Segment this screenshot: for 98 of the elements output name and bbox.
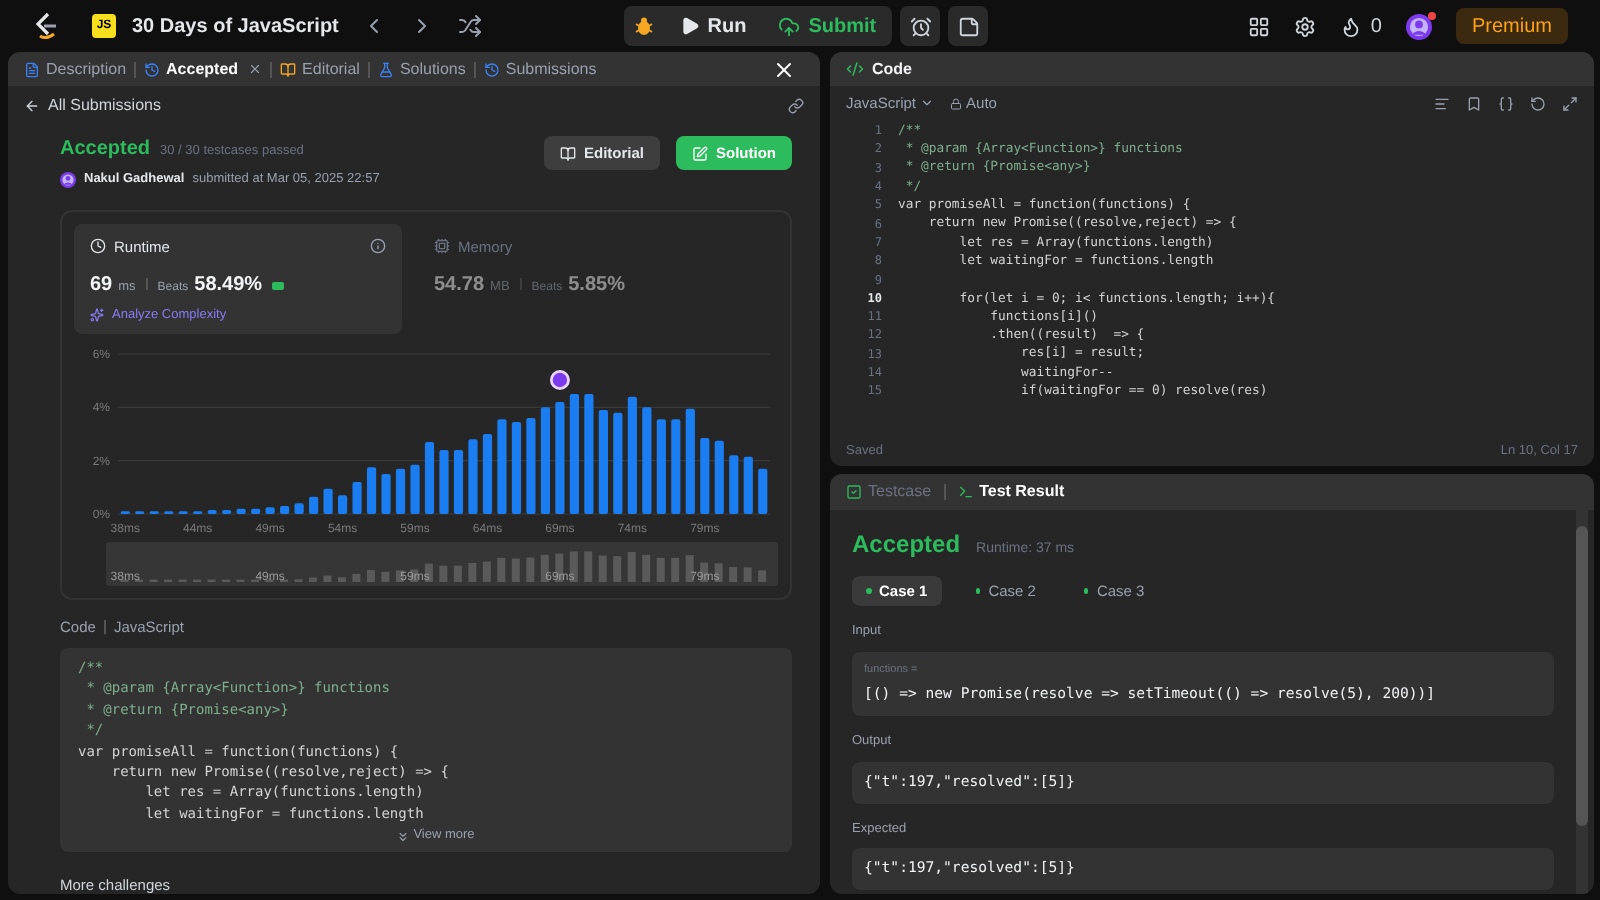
- reset-icon[interactable]: [1530, 95, 1546, 111]
- metric-value: 54.78: [434, 272, 485, 300]
- chart-bar: [439, 449, 449, 514]
- panel-tab[interactable]: Solutions: [377, 57, 466, 81]
- chart-bar: [207, 509, 217, 514]
- settings-icon[interactable]: [1294, 15, 1317, 37]
- chart-bar: [743, 456, 753, 514]
- panel-tab[interactable]: Editorial: [280, 57, 360, 81]
- chart-bar: [424, 441, 435, 514]
- chart-bar: [395, 468, 406, 514]
- chart-bar: [642, 406, 652, 514]
- chart-bar: [714, 440, 724, 514]
- chart-bar: [366, 466, 377, 514]
- bug-icon[interactable]: [633, 16, 654, 36]
- lock-icon: [950, 97, 963, 109]
- chart-bar: [729, 454, 739, 514]
- format-icon[interactable]: [1434, 95, 1450, 111]
- chart-bar: [685, 408, 695, 514]
- submission-status: Accepted: [60, 136, 151, 164]
- chart-bar: [482, 433, 493, 514]
- chart-bar: [381, 473, 391, 514]
- panel-tab[interactable]: Submissions: [483, 57, 597, 81]
- chart-bar: [758, 468, 768, 514]
- chart-bar: [627, 396, 637, 514]
- panel-tab[interactable]: Test Result: [957, 480, 1065, 504]
- user-avatar: [1405, 13, 1432, 39]
- chart-bar: [671, 418, 681, 514]
- chart-bar: [323, 488, 333, 514]
- metric-value: 69: [90, 272, 113, 300]
- close-icon[interactable]: [772, 57, 796, 81]
- chart-bar: [338, 494, 348, 514]
- beats-icon: [272, 282, 285, 290]
- note-icon[interactable]: [957, 15, 980, 37]
- expand-icon[interactable]: [1562, 95, 1578, 111]
- chevrons-down-icon: [395, 829, 410, 844]
- flask-icon: [377, 61, 394, 77]
- link-icon[interactable]: [788, 98, 804, 114]
- course-title[interactable]: 30 Days of JavaScript: [132, 11, 339, 41]
- chart-bar: [540, 406, 550, 514]
- braces-icon[interactable]: [1498, 95, 1514, 111]
- chart-bar: [511, 421, 522, 514]
- run-button[interactable]: Run: [663, 6, 763, 46]
- submit-button[interactable]: Submit: [762, 6, 893, 46]
- close-tab-icon[interactable]: [248, 62, 263, 76]
- play-icon: [679, 16, 700, 36]
- result-status: Accepted: [852, 528, 961, 562]
- chart-bar: [236, 508, 246, 514]
- sparkles-icon: [90, 308, 104, 323]
- clock-icon: [90, 238, 106, 255]
- pen-icon: [692, 145, 708, 161]
- bookmark-icon[interactable]: [1466, 95, 1482, 111]
- chart-bar: [497, 418, 507, 514]
- chart-bar: [584, 393, 594, 514]
- checkbox-icon: [846, 484, 862, 500]
- grid-icon[interactable]: [1248, 15, 1271, 37]
- alarm-clock-icon[interactable]: [909, 15, 932, 37]
- book-icon: [559, 145, 576, 161]
- chart-bar: [294, 502, 304, 514]
- chart-bar: [700, 437, 710, 514]
- chart-bar: [265, 506, 275, 514]
- logo-icon[interactable]: [32, 12, 60, 40]
- chart-bar: [251, 508, 261, 514]
- beats-value: 58.49%: [194, 272, 263, 300]
- chart-bar: [309, 496, 319, 514]
- chart-bar: [555, 401, 565, 514]
- back-link[interactable]: All Submissions: [24, 94, 161, 118]
- beats-value: 5.85%: [568, 272, 625, 300]
- streak-count: 0: [1370, 13, 1382, 41]
- chart-bar: [569, 393, 579, 514]
- author-avatar: [60, 171, 76, 188]
- panel-tab[interactable]: Description: [24, 57, 127, 81]
- chart-bar: [656, 418, 666, 514]
- chart-bar: [280, 505, 290, 514]
- chart-bar: [468, 438, 478, 514]
- cloud-upload-icon: [778, 15, 801, 37]
- chart-bar: [613, 412, 623, 514]
- book-icon: [280, 61, 297, 77]
- chart-bar: [410, 464, 420, 514]
- info-icon[interactable]: [370, 238, 386, 255]
- chart-bar: [598, 409, 608, 514]
- chart-bar: [526, 417, 536, 514]
- premium-button[interactable]: Premium: [1455, 8, 1568, 44]
- chevron-down-icon: [920, 96, 935, 110]
- arrow-left-icon: [24, 98, 40, 114]
- history-icon: [483, 61, 500, 77]
- code-icon: [846, 60, 864, 78]
- chip-icon: [434, 238, 450, 255]
- chart-bar: [352, 481, 362, 514]
- avatar-marker: [549, 369, 570, 390]
- document-icon: [24, 61, 40, 77]
- panel-title: Code: [872, 57, 912, 81]
- history-icon: [144, 61, 161, 77]
- chart-bar: [453, 449, 464, 514]
- shuffle-icon[interactable]: [458, 14, 483, 38]
- panel-tab[interactable]: Accepted: [144, 57, 263, 81]
- streak-icon[interactable]: [1340, 15, 1363, 37]
- terminal-icon: [957, 484, 974, 500]
- chart-bar: [222, 509, 232, 514]
